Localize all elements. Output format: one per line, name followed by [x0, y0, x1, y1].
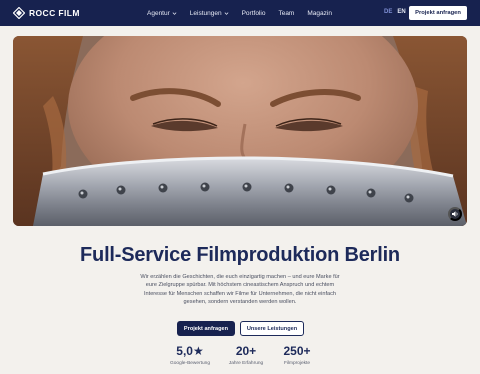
sound-icon — [452, 211, 458, 217]
intro-line: Interesse für Menschen schaffen wir Film… — [143, 290, 337, 297]
project-request-cta-button[interactable]: Projekt anfragen — [177, 321, 235, 336]
brand-logo[interactable]: ROCC FILM — [13, 7, 80, 19]
nav-item-magazin[interactable]: Magazin — [307, 10, 332, 17]
chevron-down-icon — [172, 11, 177, 15]
chevron-down-icon — [224, 11, 229, 15]
intro-line: eure Zielgruppe spürbar. Mit höchstem ci… — [145, 282, 335, 289]
project-request-button[interactable]: Projekt anfragen — [409, 6, 467, 20]
nav-item-label: Agentur — [147, 9, 170, 17]
diamond-logo-icon — [13, 7, 25, 19]
intro-text: Wir erzählen die Geschichten, die euch e… — [112, 273, 368, 307]
stat-film-projects: 250+ Filmprojekte — [262, 344, 332, 366]
hero-video — [13, 36, 467, 226]
nav-item-portfolio[interactable]: Portfolio — [242, 10, 266, 17]
top-navbar: ROCC FILM Agentur Leistungen Portfolio T… — [0, 0, 480, 26]
page-title: Full-Service Filmproduktion Berlin — [80, 244, 400, 266]
nav-item-agentur[interactable]: Agentur — [147, 10, 177, 17]
hero-photo — [13, 36, 467, 226]
main-nav: Agentur Leistungen Portfolio Team Magazi… — [147, 0, 332, 26]
lang-de-link[interactable]: DE — [384, 9, 392, 15]
nav-item-leistungen[interactable]: Leistungen — [190, 10, 229, 17]
stat-label: Filmprojekte — [283, 361, 311, 366]
sound-toggle-button[interactable] — [448, 207, 462, 221]
intro-line: gesehen, sondern verstanden werden wolle… — [183, 299, 297, 306]
our-services-button[interactable]: Unsere Leistungen — [240, 321, 304, 336]
brand-name: ROCC FILM — [29, 8, 80, 18]
nav-item-team[interactable]: Team — [278, 10, 294, 17]
language-switcher: DE EN — [384, 9, 406, 15]
stats-row: 5,0★ Google-Bewertung 20+ Jahre Erfahrun… — [0, 344, 480, 374]
stat-value: 250+ — [283, 344, 311, 358]
intro-line: Wir erzählen die Geschichten, die euch e… — [140, 274, 340, 280]
lang-en-link[interactable]: EN — [397, 9, 405, 15]
nav-item-label: Leistungen — [189, 9, 222, 17]
